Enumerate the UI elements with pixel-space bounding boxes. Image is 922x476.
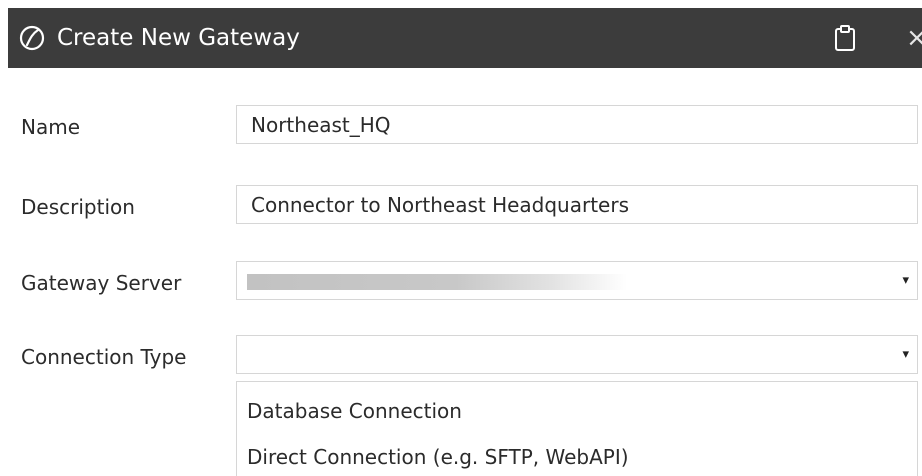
- name-field[interactable]: Northeast_HQ: [236, 105, 918, 144]
- description-label: Description: [21, 195, 135, 219]
- redacted-server-value: [247, 274, 627, 290]
- chevron-down-icon[interactable]: ▾: [902, 262, 909, 300]
- connection-type-dropdown: Database Connection Direct Connection (e…: [236, 381, 918, 476]
- description-value: Connector to Northeast Headquarters: [251, 193, 629, 217]
- dialog-title: Create New Gateway: [57, 25, 300, 51]
- name-value: Northeast_HQ: [251, 113, 391, 137]
- gateway-server-select[interactable]: ▾: [236, 261, 918, 300]
- circle-slash-logo-icon: [19, 25, 45, 51]
- chevron-down-icon[interactable]: ▾: [902, 336, 909, 374]
- dropdown-option-database-connection[interactable]: Database Connection: [247, 399, 462, 423]
- clipboard-icon[interactable]: [834, 24, 856, 52]
- connection-type-select[interactable]: ▾: [236, 335, 918, 374]
- close-icon[interactable]: ×: [906, 8, 922, 68]
- name-label: Name: [21, 115, 81, 139]
- gateway-server-label: Gateway Server: [21, 271, 182, 295]
- description-field[interactable]: Connector to Northeast Headquarters: [236, 185, 918, 224]
- dialog-titlebar: Create New Gateway ×: [8, 8, 922, 68]
- create-gateway-dialog: Create New Gateway × Name Northeast_HQ D…: [0, 0, 922, 476]
- connection-type-label: Connection Type: [21, 345, 187, 369]
- dropdown-option-direct-connection[interactable]: Direct Connection (e.g. SFTP, WebAPI): [247, 445, 629, 469]
